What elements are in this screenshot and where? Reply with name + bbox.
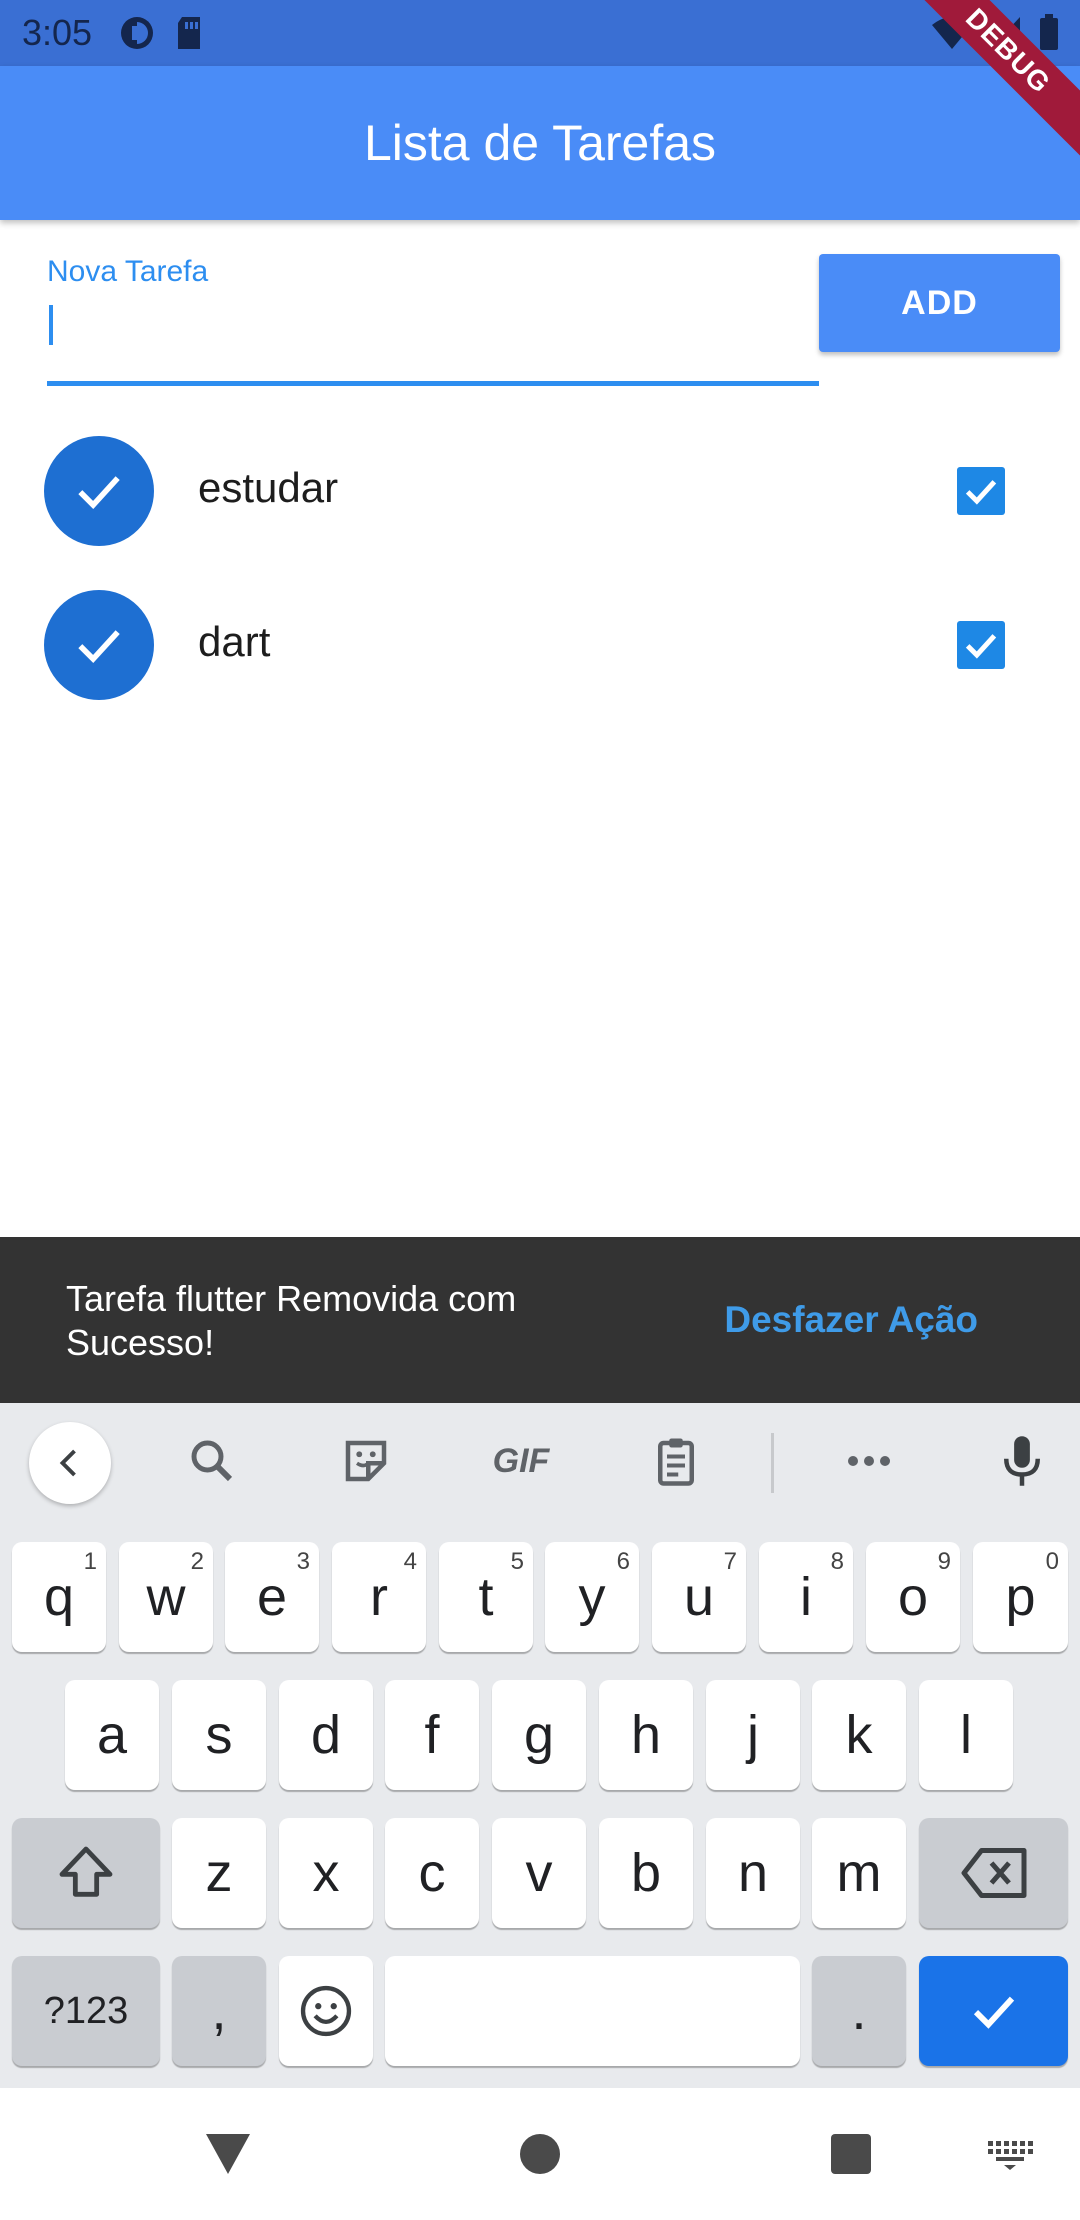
task-checkbox[interactable] bbox=[957, 621, 1005, 669]
more-icon[interactable] bbox=[829, 1421, 909, 1501]
key-u[interactable]: u7 bbox=[652, 1542, 746, 1652]
key-n[interactable]: n bbox=[706, 1818, 800, 1928]
emoji-icon bbox=[300, 1985, 352, 2037]
key-p[interactable]: p0 bbox=[973, 1542, 1068, 1652]
space-key[interactable] bbox=[385, 1956, 800, 2066]
new-task-input[interactable] bbox=[47, 297, 819, 357]
sticker-icon[interactable] bbox=[326, 1421, 406, 1501]
key-o[interactable]: o9 bbox=[866, 1542, 960, 1652]
checkbox-check-icon bbox=[965, 634, 997, 659]
key-b[interactable]: b bbox=[599, 1818, 693, 1928]
key-h[interactable]: h bbox=[599, 1680, 693, 1790]
shift-key[interactable] bbox=[12, 1818, 160, 1928]
key-w[interactable]: w2 bbox=[119, 1542, 213, 1652]
key-l[interactable]: l bbox=[919, 1680, 1013, 1790]
new-task-label: Nova Tarefa bbox=[47, 255, 209, 288]
search-icon[interactable] bbox=[172, 1421, 252, 1501]
key-i[interactable]: i8 bbox=[759, 1542, 853, 1652]
task-list-item[interactable]: dart bbox=[0, 568, 1080, 722]
keyboard-toolbar: GIF bbox=[0, 1403, 1080, 1523]
task-title: dart bbox=[198, 618, 271, 665]
period-key[interactable]: . bbox=[812, 1956, 906, 2066]
battery-icon bbox=[1038, 14, 1060, 57]
check-icon bbox=[78, 476, 120, 510]
key-k[interactable]: k bbox=[812, 1680, 906, 1790]
key-d[interactable]: d bbox=[279, 1680, 373, 1790]
snackbar-message: Tarefa flutter Removida com Sucesso! bbox=[66, 1278, 517, 1363]
symbols-key[interactable]: ?123 bbox=[12, 1956, 160, 2066]
key-g[interactable]: g bbox=[492, 1680, 586, 1790]
key-j[interactable]: j bbox=[706, 1680, 800, 1790]
page-title: Lista de Tarefas bbox=[363, 115, 717, 171]
app-bar: Lista de Tarefas bbox=[0, 66, 1080, 220]
key-y[interactable]: y6 bbox=[545, 1542, 639, 1652]
status-time: 3:05 bbox=[22, 12, 93, 53]
input-underline bbox=[47, 381, 819, 386]
key-z[interactable]: z bbox=[172, 1818, 266, 1928]
mic-icon[interactable] bbox=[982, 1421, 1062, 1501]
task-title: estudar bbox=[198, 464, 339, 511]
back-icon[interactable] bbox=[29, 1422, 111, 1504]
data-saver-icon bbox=[118, 14, 156, 52]
key-t[interactable]: t5 bbox=[439, 1542, 533, 1652]
task-done-avatar bbox=[44, 590, 154, 700]
soft-keyboard: GIF q1 w2 e3 r4 t5 y6 u7 i8 o9 p0 a s d … bbox=[0, 1403, 1080, 2088]
key-v[interactable]: v bbox=[492, 1818, 586, 1928]
task-list-item[interactable]: estudar bbox=[0, 414, 1080, 568]
key-s[interactable]: s bbox=[172, 1680, 266, 1790]
nav-home-icon[interactable] bbox=[515, 2126, 565, 2182]
key-a[interactable]: a bbox=[65, 1680, 159, 1790]
comma-key[interactable]: , bbox=[172, 1956, 266, 2066]
sd-card-icon bbox=[174, 14, 204, 52]
status-bar: 3:05 bbox=[0, 0, 1080, 66]
gif-button[interactable]: GIF bbox=[479, 1421, 563, 1501]
key-f[interactable]: f bbox=[385, 1680, 479, 1790]
enter-key[interactable] bbox=[919, 1956, 1068, 2066]
backspace-key[interactable] bbox=[919, 1818, 1068, 1928]
key-x[interactable]: x bbox=[279, 1818, 373, 1928]
key-c[interactable]: c bbox=[385, 1818, 479, 1928]
nav-back-icon[interactable] bbox=[196, 2126, 260, 2182]
backspace-icon bbox=[961, 1848, 1026, 1898]
check-icon bbox=[973, 1996, 1014, 2029]
nav-recents-icon[interactable] bbox=[826, 2126, 876, 2182]
toolbar-divider bbox=[771, 1433, 774, 1493]
check-icon bbox=[78, 630, 120, 664]
key-q[interactable]: q1 bbox=[12, 1542, 106, 1652]
shift-icon bbox=[59, 1846, 113, 1897]
key-r[interactable]: r4 bbox=[332, 1542, 426, 1652]
keyboard-switch-icon[interactable] bbox=[980, 2128, 1040, 2180]
new-task-field[interactable]: Nova Tarefa bbox=[47, 255, 819, 387]
checkbox-check-icon bbox=[965, 480, 997, 505]
clipboard-icon[interactable] bbox=[636, 1421, 716, 1501]
emoji-key[interactable] bbox=[279, 1956, 373, 2066]
task-done-avatar bbox=[44, 436, 154, 546]
undo-action-button[interactable]: Desfazer Ação bbox=[724, 1299, 978, 1341]
key-e[interactable]: e3 bbox=[225, 1542, 319, 1652]
key-m[interactable]: m bbox=[812, 1818, 906, 1928]
add-task-button[interactable]: ADD bbox=[819, 254, 1060, 352]
system-nav-bar bbox=[0, 2088, 1080, 2220]
snackbar: Tarefa flutter Removida com Sucesso! Des… bbox=[0, 1237, 1080, 1403]
task-checkbox[interactable] bbox=[957, 467, 1005, 515]
phone-screen: 3:05 Lista de Tarefas DEBUG Nova Tarefa bbox=[0, 0, 1080, 2220]
text-cursor bbox=[49, 305, 53, 345]
